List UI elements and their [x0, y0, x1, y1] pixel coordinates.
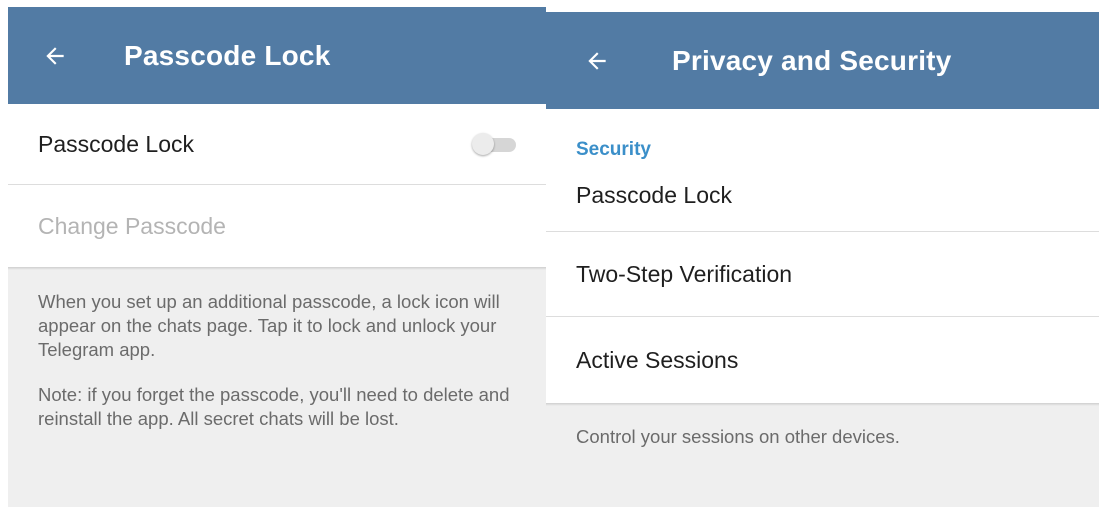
screenshot-canvas: Passcode Lock Passcode Lock Change Passc… — [0, 0, 1099, 507]
passcode-lock-label: Passcode Lock — [38, 130, 194, 157]
page-title: Passcode Lock — [124, 39, 331, 71]
passcode-lock-screen: Passcode Lock Passcode Lock Change Passc… — [8, 7, 546, 507]
list-item-label: Active Sessions — [576, 346, 739, 373]
list-item-passcode-lock[interactable]: Passcode Lock — [546, 169, 1099, 231]
list-item-two-step-verification[interactable]: Two-Step Verification — [546, 232, 1099, 316]
list-item-active-sessions[interactable]: Active Sessions — [546, 317, 1099, 403]
arrow-left-icon[interactable] — [40, 41, 70, 71]
toggle-thumb — [472, 133, 494, 155]
passcode-lock-row[interactable]: Passcode Lock — [8, 104, 546, 184]
privacy-security-screen: Privacy and Security Security Passcode L… — [546, 12, 1099, 507]
passcode-lock-toggle[interactable] — [472, 132, 516, 156]
passcode-info-text: When you set up an additional passcode, … — [8, 270, 546, 431]
info-paragraph-1: When you set up an additional passcode, … — [38, 291, 500, 360]
page-title: Privacy and Security — [672, 44, 952, 76]
security-section: Security Passcode Lock Two-Step Verifica… — [546, 109, 1099, 403]
settings-list: Passcode Lock Change Passcode — [8, 104, 546, 267]
app-bar: Passcode Lock — [8, 7, 546, 104]
list-item-label: Two-Step Verification — [576, 260, 793, 287]
list-item-label: Passcode Lock — [576, 181, 732, 208]
change-passcode-row[interactable]: Change Passcode — [8, 185, 546, 267]
arrow-left-icon[interactable] — [582, 46, 612, 76]
info-paragraph-2: Note: if you forget the passcode, you'll… — [38, 384, 510, 429]
change-passcode-label: Change Passcode — [38, 212, 226, 239]
section-header-security: Security — [576, 139, 651, 160]
app-bar: Privacy and Security — [546, 12, 1099, 109]
sessions-footer-text: Control your sessions on other devices. — [576, 426, 900, 447]
